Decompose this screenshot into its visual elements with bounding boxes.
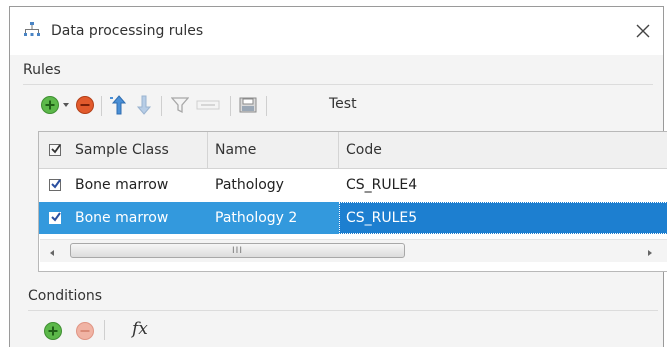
remove-condition-icon[interactable] (74, 319, 96, 343)
table-row-selected[interactable]: Bone marrow Pathology 2 CS_RULE5 (39, 202, 667, 234)
scrollbar-thumb[interactable]: III (70, 243, 405, 258)
row-checkbox[interactable] (49, 169, 73, 201)
column-header-code[interactable]: Code (346, 132, 382, 168)
cell-code: CS_RULE4 (346, 177, 418, 193)
scroll-left-icon[interactable] (46, 244, 58, 256)
scroll-right-icon[interactable] (644, 244, 656, 256)
column-header-sample-class[interactable]: Sample Class (73, 132, 169, 168)
column-header-name[interactable]: Name (215, 132, 256, 168)
toolbar-separator (161, 96, 162, 116)
test-button[interactable]: Test (329, 96, 357, 112)
cell-name: Pathology (215, 177, 284, 193)
scroll-grip: III (232, 245, 243, 256)
conditions-section-label: Conditions (28, 288, 103, 304)
row-checkbox[interactable] (49, 202, 73, 234)
grid-header: Sample Class Name Code (39, 132, 667, 169)
move-down-icon[interactable] (133, 93, 155, 117)
app-icon (24, 22, 40, 40)
remove-icon[interactable] (74, 93, 96, 117)
move-up-icon[interactable] (108, 93, 130, 117)
toolbar-separator (230, 96, 231, 116)
title-bar: Data processing rules (10, 7, 663, 55)
cell-sample-class: Bone marrow (75, 177, 169, 193)
export-icon[interactable] (236, 93, 260, 117)
table-row[interactable]: Bone marrow Pathology CS_RULE4 (39, 169, 667, 201)
dropdown-arrow-icon[interactable] (61, 93, 71, 117)
toolbar-separator (104, 320, 105, 340)
column-divider (338, 132, 339, 168)
cell-name: Pathology 2 (215, 210, 298, 226)
cell-sample-class: Bone marrow (75, 210, 169, 226)
rules-grid: Sample Class Name Code Bone marrow Patho… (38, 131, 667, 272)
disabled-icon[interactable] (194, 93, 222, 117)
window-title: Data processing rules (51, 23, 204, 39)
add-icon[interactable] (39, 93, 61, 117)
column-divider (207, 132, 208, 168)
select-all-checkbox[interactable] (49, 132, 73, 168)
rules-divider (23, 84, 653, 85)
toolbar-separator (101, 96, 102, 116)
close-icon[interactable] (631, 19, 655, 43)
add-condition-icon[interactable] (42, 319, 64, 343)
filter-icon[interactable] (169, 93, 191, 117)
conditions-divider (28, 310, 658, 311)
rules-section-label: Rules (23, 62, 61, 78)
data-processing-rules-dialog: Data processing rules Rules Test Sample … (9, 6, 667, 347)
toolbar-separator (266, 96, 267, 116)
horizontal-scrollbar[interactable]: III (40, 239, 667, 262)
function-icon[interactable]: fx (132, 319, 148, 339)
cell-code-editing[interactable]: CS_RULE5 (339, 202, 667, 234)
